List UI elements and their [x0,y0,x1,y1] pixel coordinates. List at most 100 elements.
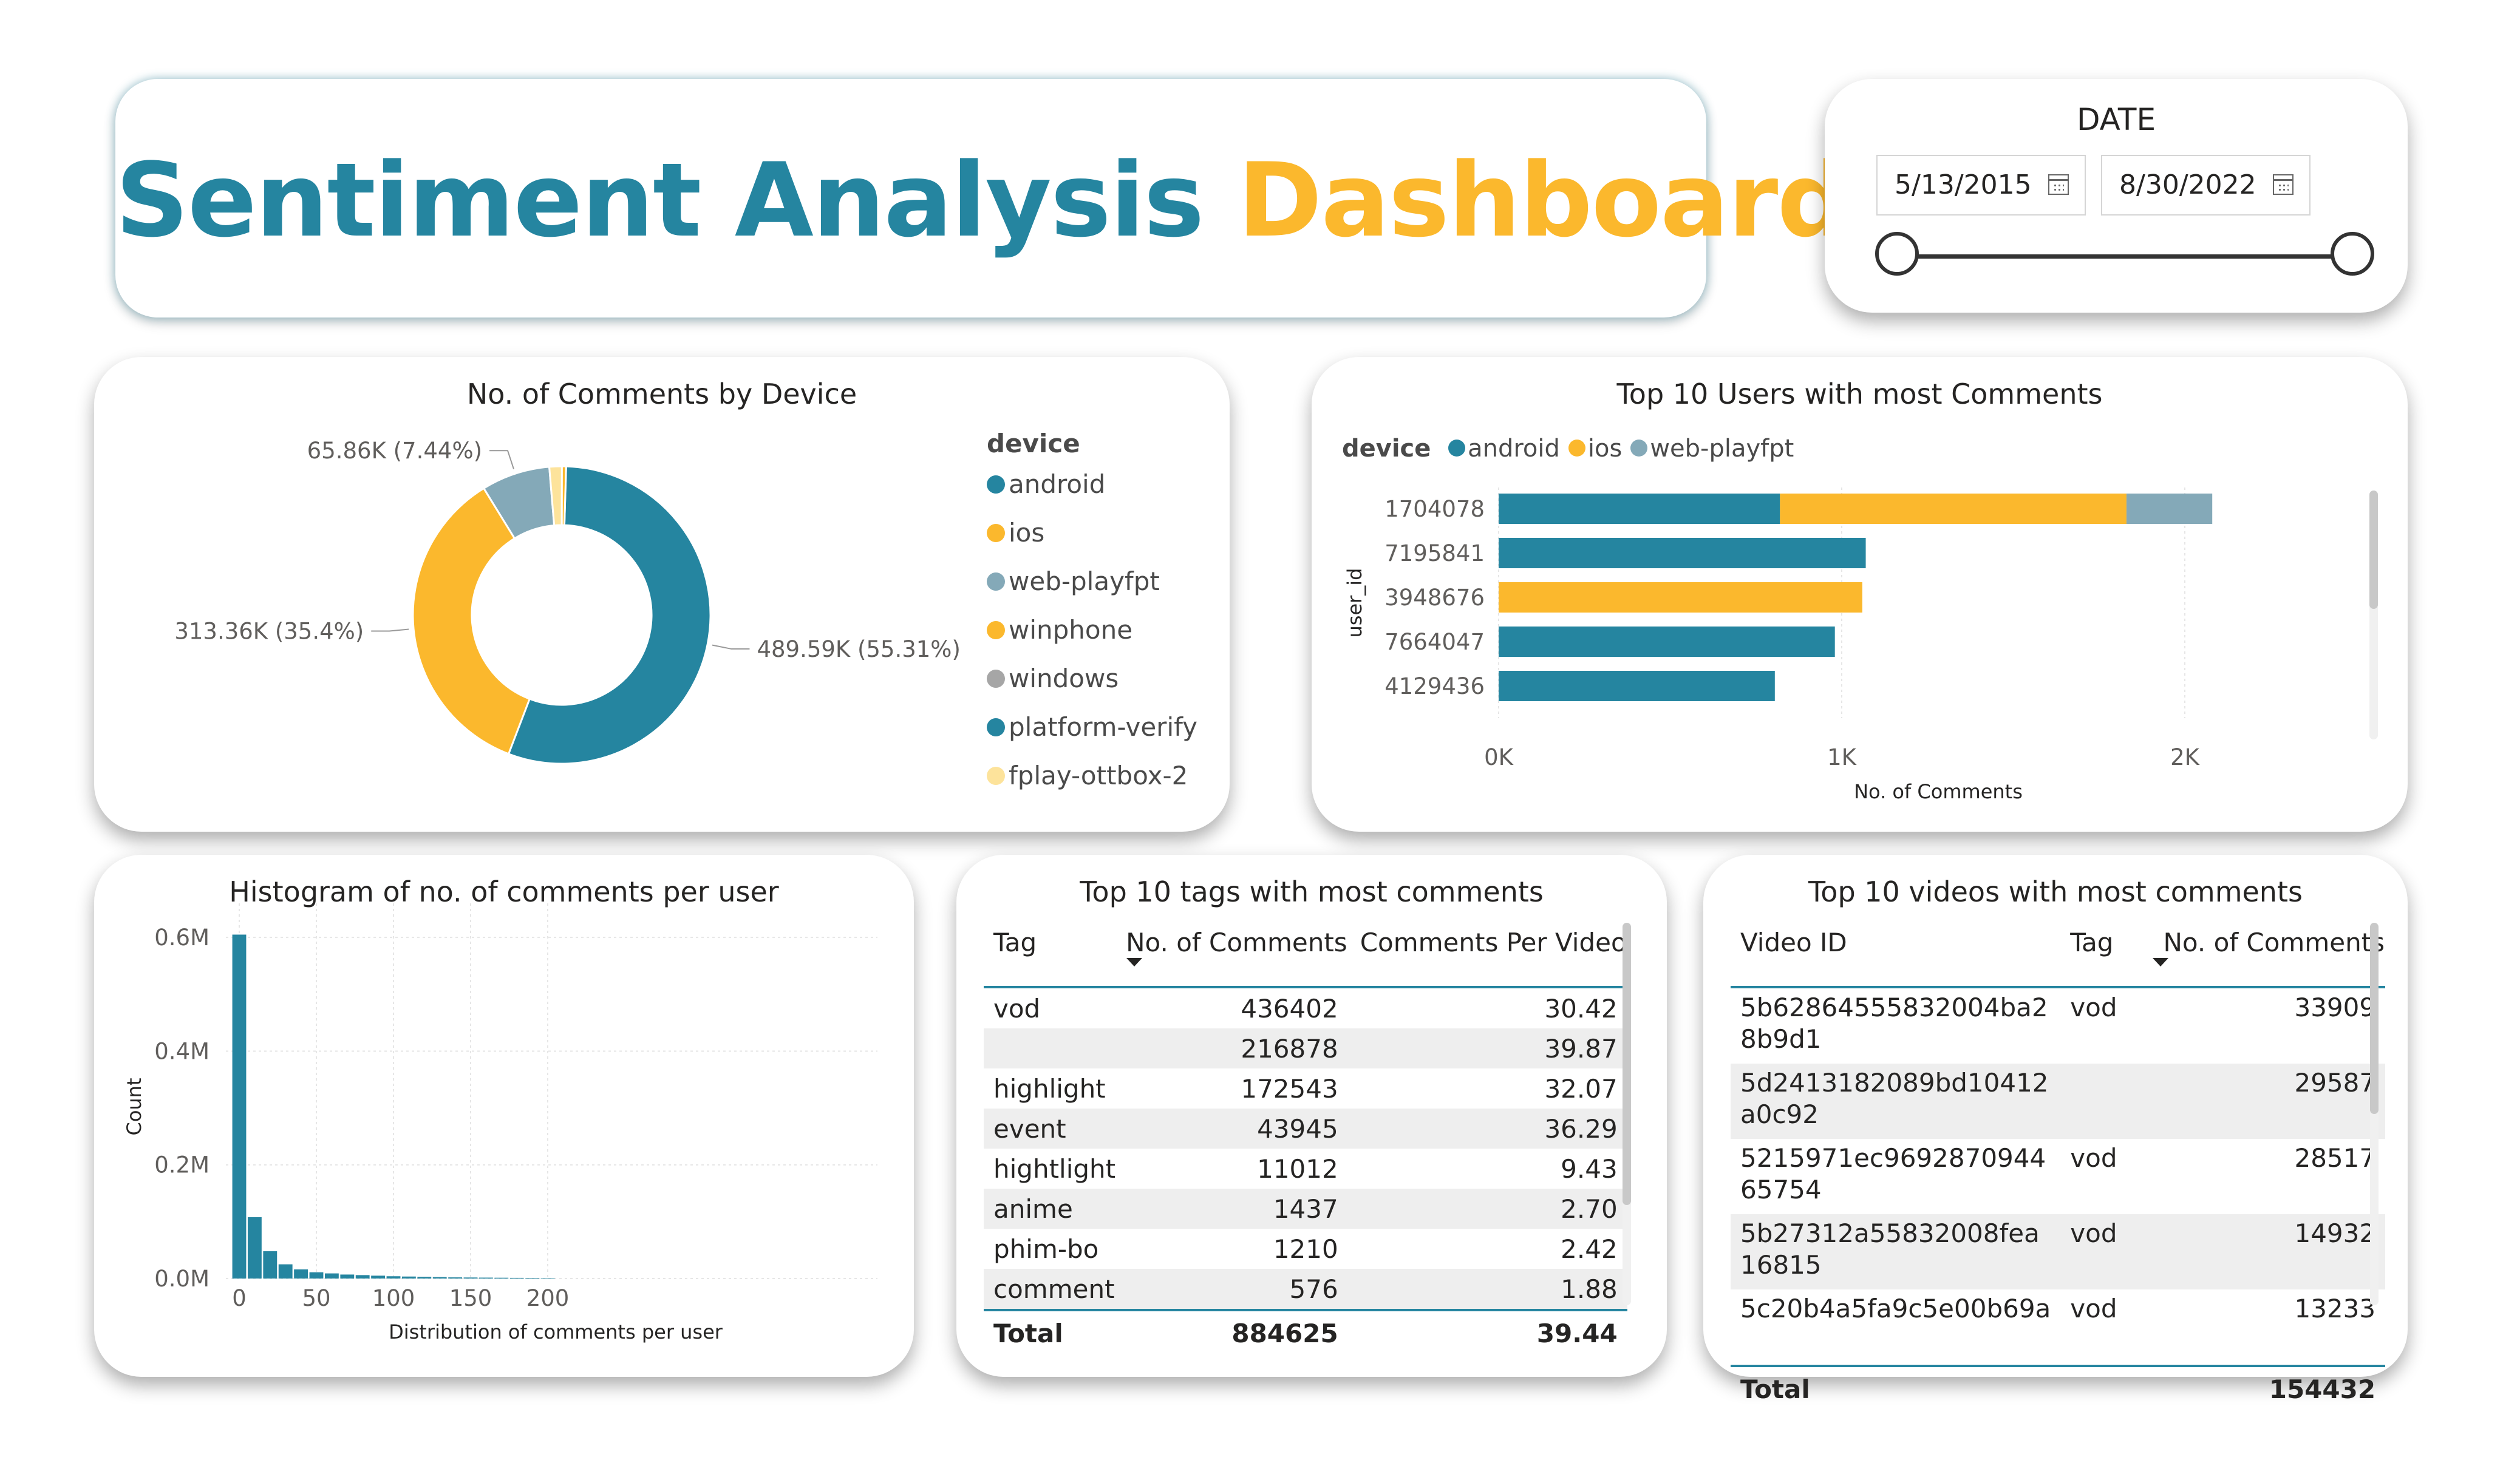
x-axis-label: Distribution of comments per user [389,1320,723,1343]
histogram-bar[interactable] [263,1251,278,1279]
histogram-bar[interactable] [340,1274,355,1279]
legend-item-fplay-ottbox-2[interactable]: fplay-ottbox-2 [987,761,1188,790]
bar-android[interactable] [1499,494,1780,524]
title-part-2: Dashboard [1238,141,1850,260]
histogram-bar[interactable] [232,934,247,1279]
histogram-bar[interactable] [417,1277,432,1279]
videos-table: Video ID Tag No. of Comments 5b628645558… [1731,922,2386,1411]
table-row[interactable]: hightlight 11012 9.43 [984,1149,1627,1189]
table-row[interactable]: highlight 172543 32.07 [984,1068,1627,1109]
table-row[interactable]: 5b27312a55832008fea 16815 vod 14932 [1731,1214,2386,1289]
histogram-bar[interactable] [463,1277,478,1279]
total-label: Total [1731,1365,2061,1411]
device-legend-title: device [987,429,1080,458]
legend-item-ios[interactable]: ios [987,518,1044,548]
date-range-slider-track[interactable] [1898,254,2350,259]
column-header-tag[interactable]: Tag [984,922,1126,988]
histogram-bar[interactable] [448,1277,463,1279]
video-id-line-2: 16815 [1740,1250,1822,1280]
histogram-bar[interactable] [386,1276,401,1279]
histogram-bar[interactable] [494,1277,509,1279]
slice-leader-line [489,450,514,469]
total-label: Total [984,1309,1126,1355]
start-date-input[interactable]: 5/13/2015 [1876,155,2086,216]
table-row[interactable]: 5b62864555832004ba2 8b9d1 vod 33909 [1731,987,2385,1064]
x-tick-label: 50 [302,1285,330,1311]
slider-start-handle[interactable] [1875,232,1919,276]
column-header-video-id[interactable]: Video ID [1731,922,2061,988]
histogram-bar[interactable] [247,1217,262,1279]
histogram-bar[interactable] [509,1277,524,1279]
slice-data-label: 489.59K (55.31%) [757,636,960,662]
x-tick-label: 1K [1827,744,1858,770]
end-date-input[interactable]: 8/30/2022 [2101,155,2311,216]
tag-cell: anime [984,1189,1126,1229]
column-header-tag[interactable]: Tag [2060,922,2127,988]
bar-ios[interactable] [1499,582,1862,613]
tag-cell: comment [984,1269,1126,1310]
slider-end-handle[interactable] [2331,232,2374,276]
videos-scrollbar[interactable] [2370,923,2379,1114]
bar-ios[interactable] [1780,494,2127,524]
histogram-bar[interactable] [294,1269,308,1279]
videos-table-card: Top 10 videos with most comments Video I… [1703,855,2408,1411]
bar-android[interactable] [1499,538,1866,568]
legend-item-windows[interactable]: windows [987,664,1119,693]
histogram-bar[interactable] [355,1275,370,1279]
histogram-bar[interactable] [371,1275,386,1279]
users-bar-chart: 0K 1K 2K 1704078 7195841 3948676 7664047 412943… [1343,487,2213,803]
sort-descending-icon[interactable] [1126,958,1142,966]
users-scrollbar[interactable] [2369,491,2378,609]
comments-per-video-cell: 30.42 [1544,993,1618,1024]
table-row[interactable]: vod 436402 30.42 [984,987,1627,1028]
legend-item-android[interactable]: android [987,469,1105,499]
tags-table: Tag No. of Comments Comments Per Video v… [984,922,1627,1355]
table-row[interactable]: 5d2413182089bd10412 a0c92 29587 [1731,1064,2386,1139]
table-row[interactable]: 216878 39.87 [984,1028,1627,1068]
table-row[interactable]: anime 1437 2.70 [984,1189,1627,1229]
table-row[interactable]: event 43945 36.29 [984,1109,1627,1149]
calendar-icon[interactable] [2048,174,2069,195]
bar-web-playfpt[interactable] [2126,494,2213,524]
x-tick-label: 200 [526,1285,570,1311]
column-header-comments-per-video[interactable]: Comments Per Video [1347,922,1627,988]
legend-item-web-playfpt[interactable]: web-playfpt [987,566,1160,596]
table-row[interactable]: comment 576 1.88 [984,1269,1627,1310]
calendar-icon[interactable] [2273,174,2294,195]
histogram-bar[interactable] [309,1272,324,1279]
table-row[interactable]: phim-bo 1210 2.42 [984,1229,1627,1269]
histogram-chart: 0.0M 0.2M 0.4M 0.6M 0 50 100 150 200 Distribution… [123,903,877,1343]
legend-marker [987,718,1005,736]
y-tick-label: 3948676 [1384,585,1485,611]
column-header-comments[interactable]: No. of Comments [2127,922,2386,988]
tags-scrollbar[interactable] [1623,923,1631,1205]
comments-per-video-cell: 32.07 [1544,1073,1618,1104]
histogram-bar[interactable] [278,1264,293,1279]
histogram-bar[interactable] [478,1277,493,1279]
column-header-comments[interactable]: No. of Comments [1125,922,1348,988]
table-row[interactable]: 5c20b4a5fa9c5e00b69a vod 13233 [1731,1289,2385,1366]
tags-total-row: Total 884625 39.44 [984,1309,1627,1355]
histogram-bar[interactable] [525,1278,540,1279]
donut-slice-winphone[interactable] [560,465,567,526]
histogram-bar[interactable] [401,1276,416,1279]
comments-per-video-cell: 36.29 [1347,1109,1627,1149]
histogram-bar[interactable] [324,1273,339,1279]
tag-cell: hightlight [993,1153,1116,1184]
sort-descending-icon[interactable] [2153,958,2168,966]
legend-item-winphone[interactable]: winphone [987,615,1132,645]
users-chart-card: Top 10 Users with most Comments device a… [1312,357,2408,832]
legend-marker [987,523,1005,542]
histogram-bar[interactable] [432,1277,447,1279]
y-tick-label: 0.2M [154,1152,209,1178]
bar-android[interactable] [1499,627,1835,657]
table-row[interactable]: 5215971ec9692870944 65754 vod 28517 [1731,1139,2385,1214]
legend-marker [987,669,1005,688]
legend-item-platform-verify[interactable]: platform-verify [987,712,1197,742]
tag-cell: vod [993,993,1041,1024]
y-tick-label: 1704078 [1384,496,1485,522]
date-slicer-title: DATE [2076,102,2156,137]
bar-android[interactable] [1499,671,1775,701]
histogram-bar[interactable] [540,1278,555,1279]
y-tick-label: 0.0M [154,1266,209,1292]
